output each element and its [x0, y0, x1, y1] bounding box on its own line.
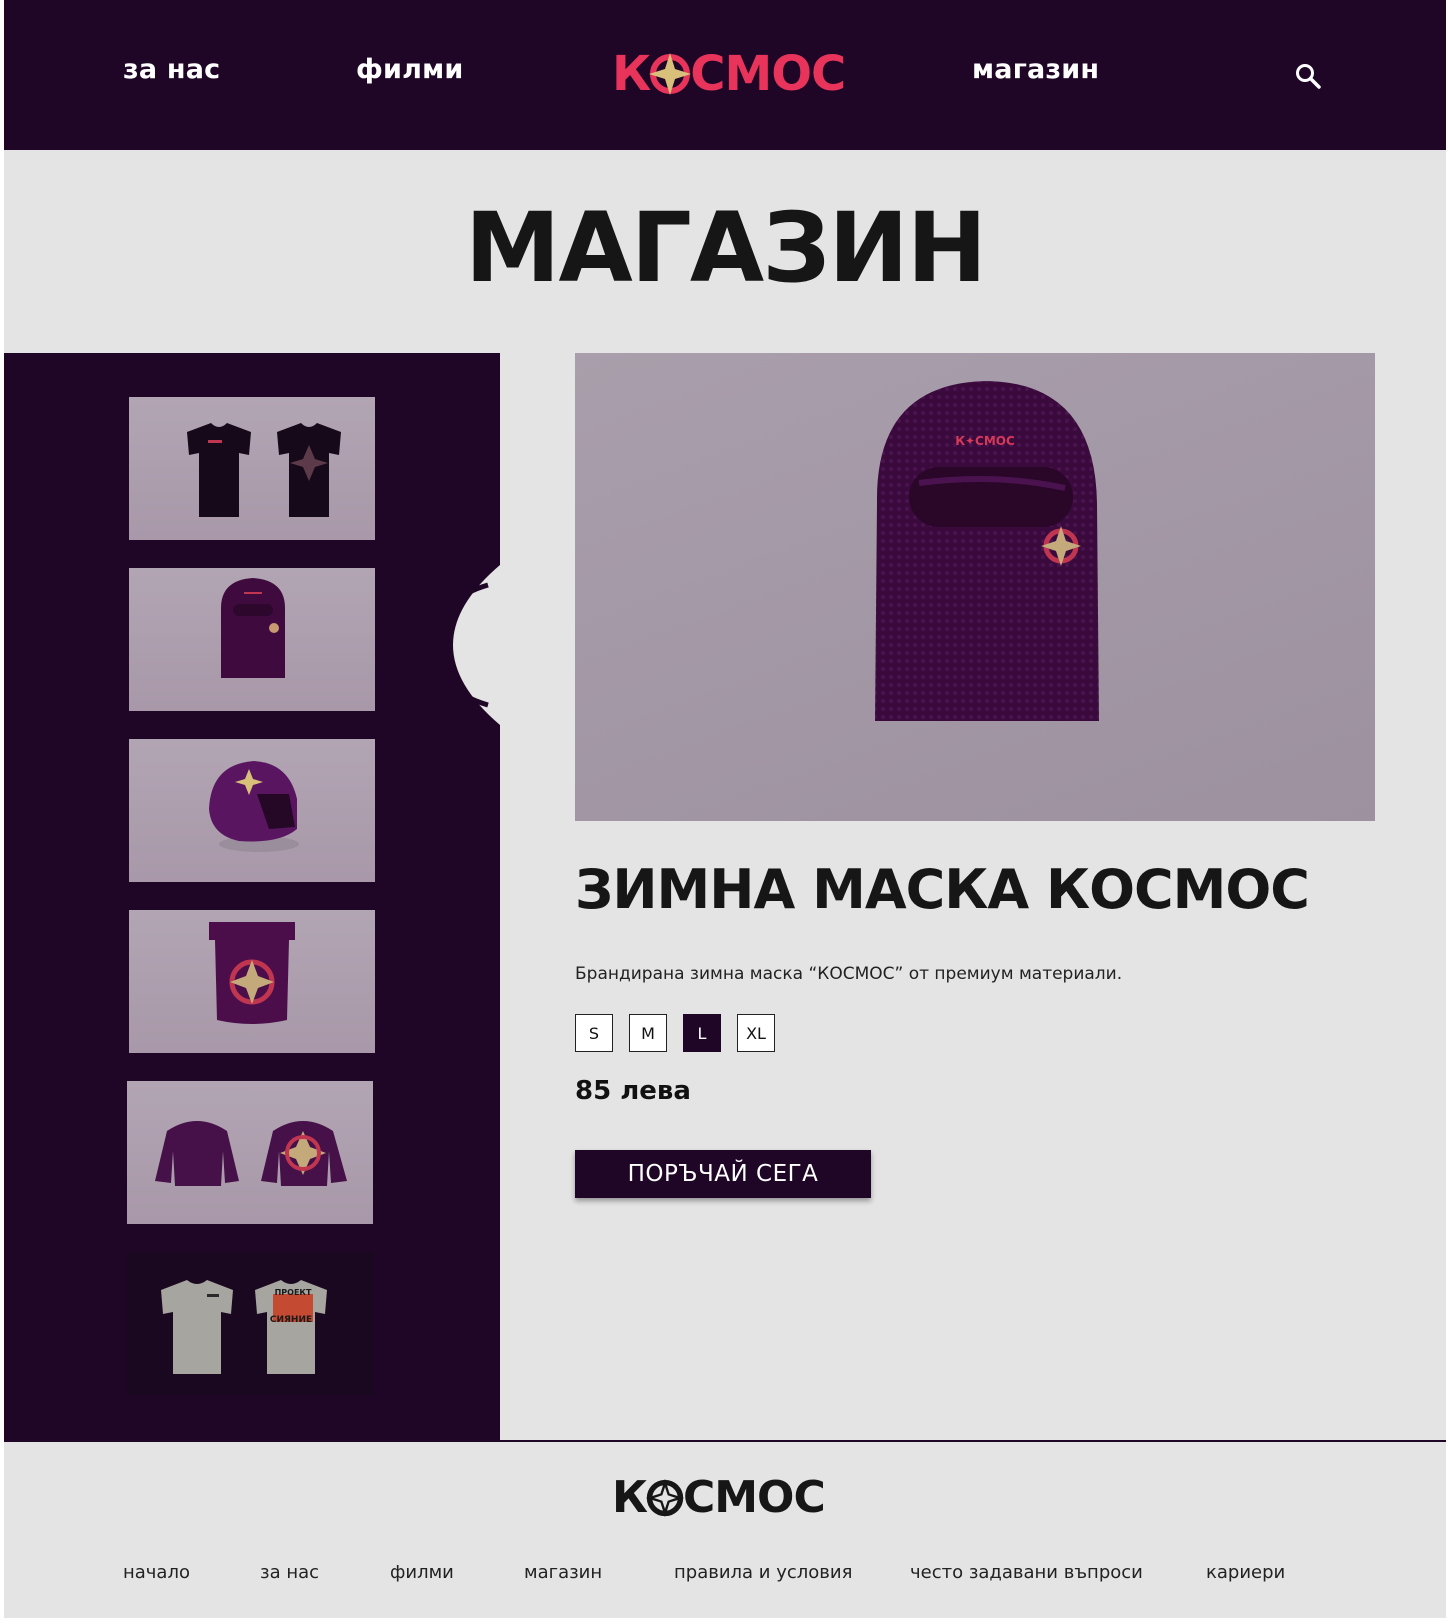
balaclava-image-icon: К✦СМОС: [875, 381, 1099, 721]
footer-logo-text-right: СМОС: [682, 1472, 826, 1523]
product-sidebar: ПРОЕКТ СИЯНИЕ: [4, 353, 506, 1440]
thumbnail-grey-tshirts[interactable]: ПРОЕКТ СИЯНИЕ: [127, 1252, 373, 1395]
size-option-s[interactable]: S: [575, 1014, 613, 1052]
purple-puffer-jackets-icon: [155, 1121, 347, 1186]
balaclava-print-logo: К✦СМОС: [955, 434, 1015, 448]
size-option-l[interactable]: L: [683, 1014, 721, 1052]
product-main-image: К✦СМОС: [575, 353, 1375, 821]
page: за нас филми К СМОС магазин МАГАЗИН ПРОЕ…: [4, 0, 1446, 1618]
page-title: МАГАЗИН: [464, 192, 987, 304]
footer-link-faq[interactable]: често задавани въпроси: [910, 1562, 1143, 1583]
size-option-xl[interactable]: XL: [737, 1014, 775, 1052]
logo-text-right: СМОС: [690, 46, 846, 102]
tshirt-print-top: ПРОЕКТ: [275, 1288, 312, 1297]
order-now-button[interactable]: ПОРЪЧАЙ СЕГА: [575, 1150, 871, 1198]
tshirt-print-bottom: СИЯНИЕ: [270, 1315, 312, 1325]
purple-balaclava-icon: [221, 578, 285, 678]
footer-link-home[interactable]: начало: [123, 1562, 190, 1583]
footer-link-terms[interactable]: правила и условия: [674, 1562, 852, 1583]
footer-logo[interactable]: К СМОС: [612, 1472, 826, 1523]
logo-text-left: К: [612, 46, 651, 102]
header-logo[interactable]: К СМОС: [612, 46, 846, 102]
gallery-notch-decoration: [437, 565, 506, 725]
black-tshirts-icon: [187, 423, 341, 517]
footer-link-shop[interactable]: магазин: [524, 1562, 602, 1583]
footer-link-films[interactable]: филми: [390, 1562, 454, 1583]
star-icon: [649, 53, 692, 95]
product-description: Брандирана зимна маска “КОСМОС” от преми…: [575, 964, 1123, 984]
size-selector: S M L XL: [575, 1014, 775, 1052]
product-price: 85 лева: [575, 1076, 691, 1106]
thumbnail-balaclava[interactable]: [129, 568, 375, 711]
purple-helmet-icon: [209, 761, 299, 852]
footer-link-careers[interactable]: кариери: [1206, 1562, 1285, 1583]
nav-link-films[interactable]: филми: [356, 54, 463, 85]
size-option-m[interactable]: M: [629, 1014, 667, 1052]
footer-link-about[interactable]: за нас: [260, 1562, 319, 1583]
search-icon[interactable]: [1294, 62, 1322, 90]
site-header: за нас филми К СМОС магазин: [4, 0, 1446, 150]
purple-scarf-icon: [209, 922, 295, 1024]
thumbnail-black-tshirts[interactable]: [129, 397, 375, 540]
nav-link-about[interactable]: за нас: [123, 54, 220, 85]
nav-link-shop[interactable]: магазин: [972, 54, 1099, 85]
thumbnail-helmet[interactable]: [129, 739, 375, 882]
thumbnail-puffer-jackets[interactable]: [127, 1081, 373, 1224]
footer-logo-text-left: К: [612, 1472, 648, 1523]
product-title: ЗИМНА МАСКА КОСМОС: [575, 858, 1310, 921]
grey-tshirts-icon: ПРОЕКТ СИЯНИЕ: [161, 1280, 327, 1374]
thumbnail-scarf[interactable]: [129, 910, 375, 1053]
site-footer: К СМОС начало за нас филми магазин прави…: [4, 1440, 1446, 1618]
footer-star-icon: [645, 1478, 685, 1517]
